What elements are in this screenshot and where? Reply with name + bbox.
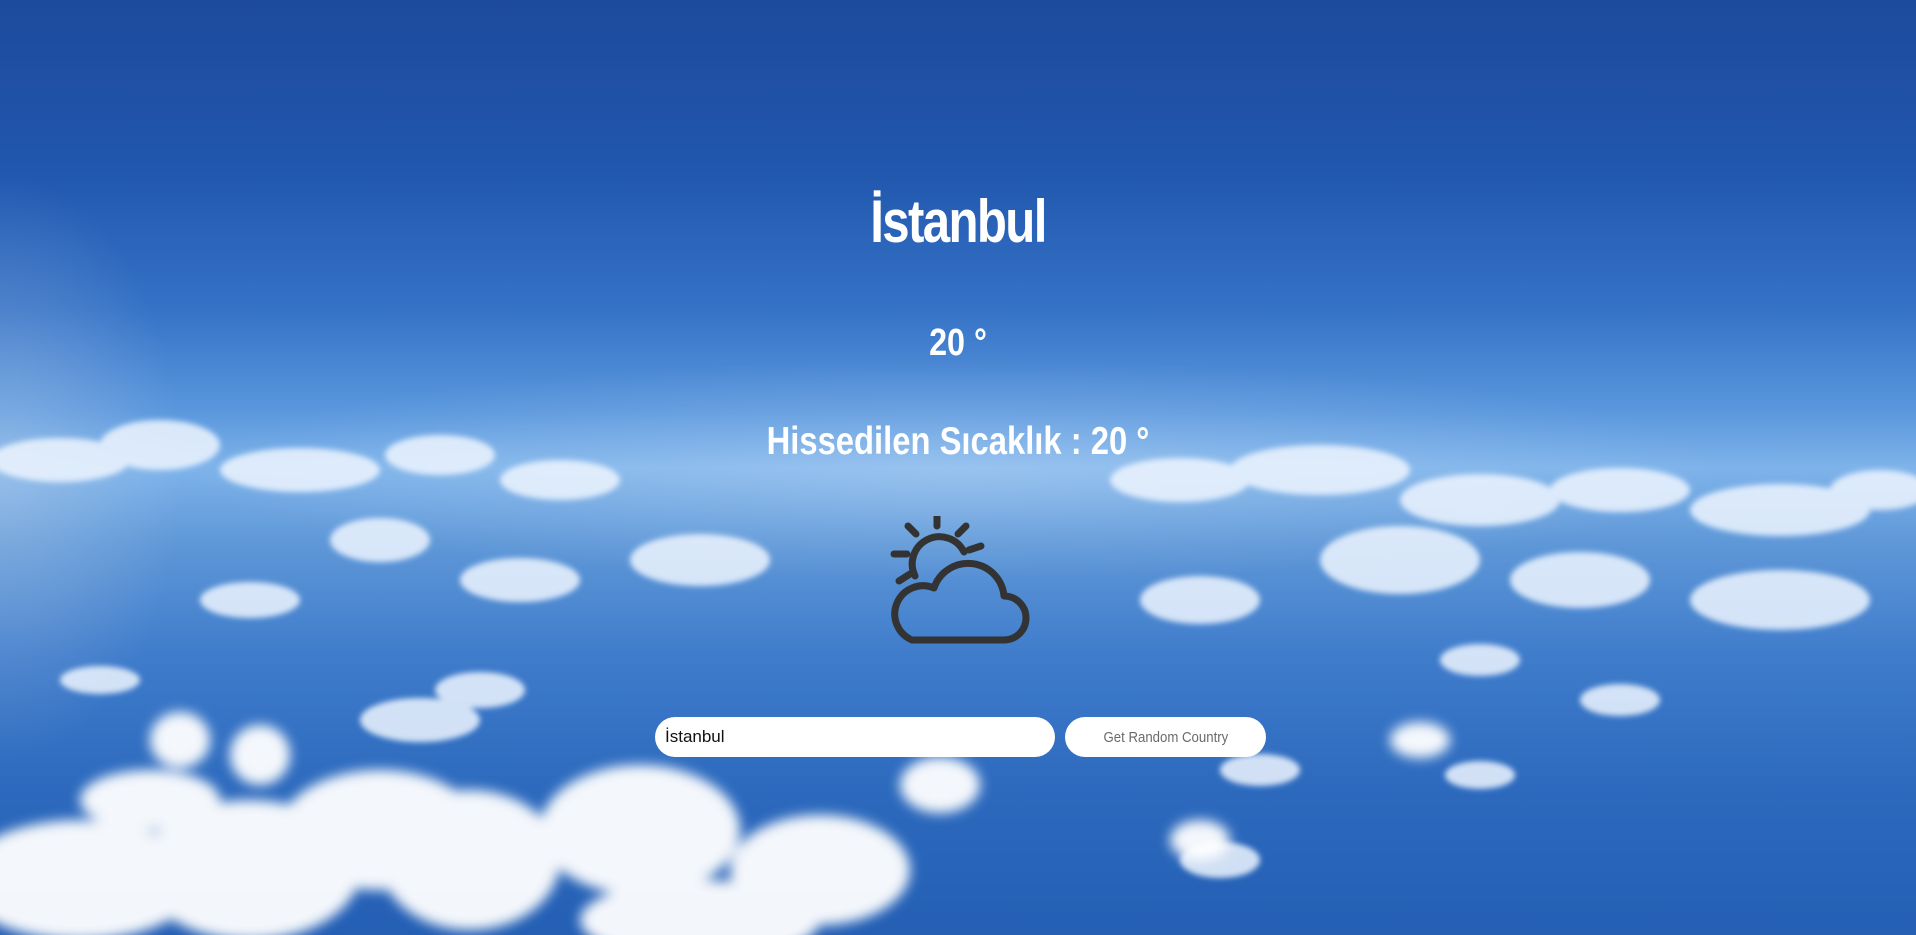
feels-like-temperature: Hissedilen Sıcaklık : 20 ° xyxy=(766,420,1150,463)
city-name: İstanbul xyxy=(870,188,1047,255)
cloud-background-image xyxy=(0,420,1916,935)
get-random-country-button[interactable]: Get Random Country xyxy=(1065,717,1266,757)
get-random-country-label: Get Random Country xyxy=(1103,728,1228,746)
sky-background xyxy=(0,0,1916,935)
partly-cloudy-icon xyxy=(890,516,1030,644)
city-search-input[interactable] xyxy=(655,717,1055,757)
current-temperature: 20 ° xyxy=(929,322,987,364)
